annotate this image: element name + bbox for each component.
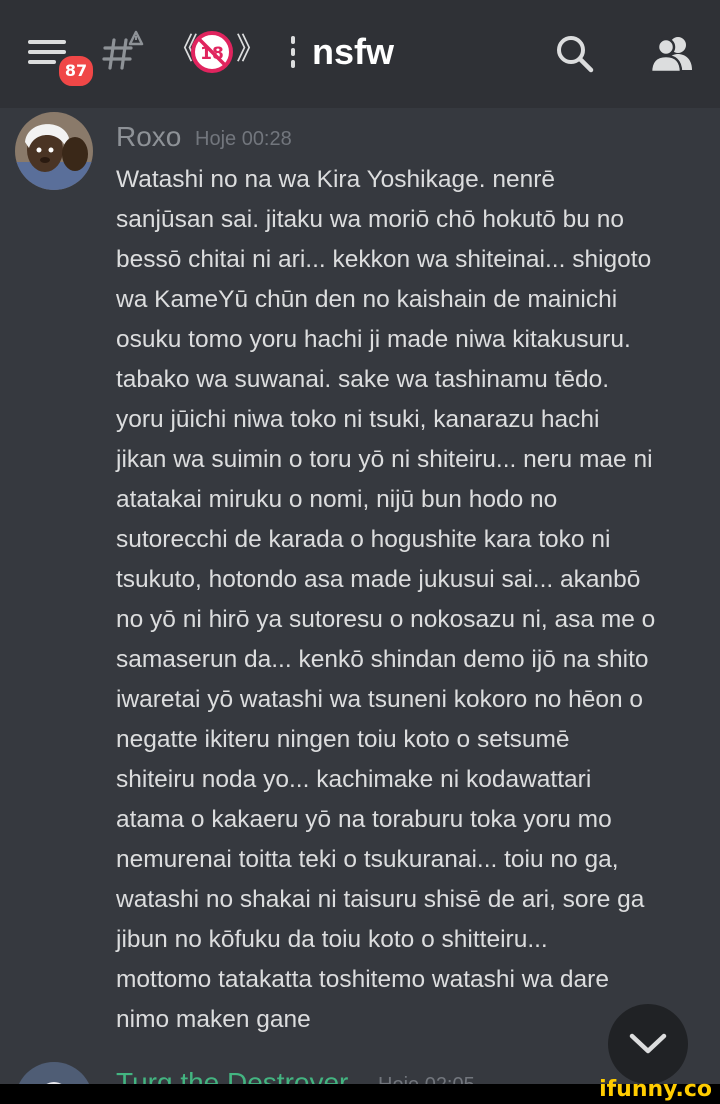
no-under-18-label: 18 <box>200 44 224 64</box>
discord-chat-screen: 87 《 18 》 nsfw Roxo Hoje 00:28 Watashi n… <box>0 0 720 1104</box>
message-line: wa KameYū chūn den no kaishain de mainic… <box>116 286 618 313</box>
message-line: jikan wa suimin o toru yō ni shiteiru...… <box>116 446 653 473</box>
message-timestamp: Hoje 00:28 <box>195 128 292 150</box>
channel-header: 87 《 18 》 nsfw <box>0 0 720 108</box>
user-avatar[interactable] <box>15 112 93 190</box>
separator-dots-icon <box>291 36 295 68</box>
jump-to-latest-button[interactable] <box>608 1004 688 1084</box>
watermark-bar: ifunny.co <box>0 1077 720 1104</box>
members-icon[interactable] <box>648 32 696 76</box>
message-line: watashi no shakai ni taisuru shisē de ar… <box>116 886 645 913</box>
message-author[interactable]: Roxo <box>116 118 181 156</box>
message-line: mottomo tatakatta toshitemo watashi wa d… <box>116 966 609 993</box>
message-line: no yō ni hirō ya sutoresu o nokosazu ni,… <box>116 606 656 633</box>
message-line: shiteiru noda yo... kachimake ni kodawat… <box>116 766 592 793</box>
message-content: Watashi no na wa Kira Yoshikage. nenrē s… <box>116 160 700 1040</box>
message-line: sutorecchi de karada o hogushite kara to… <box>116 526 611 553</box>
message-line: bessō chitai ni ari... kekkon wa shitein… <box>116 246 652 273</box>
hamburger-icon-bar <box>28 50 66 54</box>
message-line: osuku tomo yoru hachi ji made niwa kitak… <box>116 326 631 353</box>
message-line: yoru jūichi niwa toko ni tsuki, kanarazu… <box>116 406 600 433</box>
channel-prefix-right: 》 <box>236 32 266 67</box>
notification-badge: 87 <box>56 53 96 89</box>
search-icon[interactable] <box>553 32 597 76</box>
message-line: Watashi no na wa Kira Yoshikage. nenrē <box>116 166 556 193</box>
hamburger-icon <box>28 40 66 44</box>
message-line: tsukuto, hotondo asa made jukusui sai...… <box>116 566 641 593</box>
message-line: iwaretai yō watashi wa tsuneni kokoro no… <box>116 686 644 713</box>
message-line: jibun no kōfuku da toiu koto o shitteiru… <box>116 926 548 953</box>
channel-name[interactable]: nsfw <box>312 28 394 76</box>
message-line: atatakai miruku o nomi, nijū bun hodo no <box>116 486 558 513</box>
chevron-down-icon <box>629 1033 667 1054</box>
hamburger-icon-bar <box>28 60 56 64</box>
no-under-18-icon: 18 <box>191 31 233 73</box>
ifunny-watermark: ifunny.co <box>599 1077 712 1102</box>
message-line: sanjūsan sai. jitaku wa moriō chō hokutō… <box>116 206 624 233</box>
message-line: negatte ikiteru ningen toiu koto o setsu… <box>116 726 570 753</box>
message-line: tabako wa suwanai. sake wa tashinamu tēd… <box>116 366 610 393</box>
message-line: atama o kakaeru yō na toraburu toka yoru… <box>116 806 612 833</box>
text-channel-nsfw-icon <box>102 30 144 70</box>
message-line: samaserun da... kenkō shindan demo ijō n… <box>116 646 649 673</box>
message-line: nemurenai toitta teki o tsukuranai... to… <box>116 846 619 873</box>
